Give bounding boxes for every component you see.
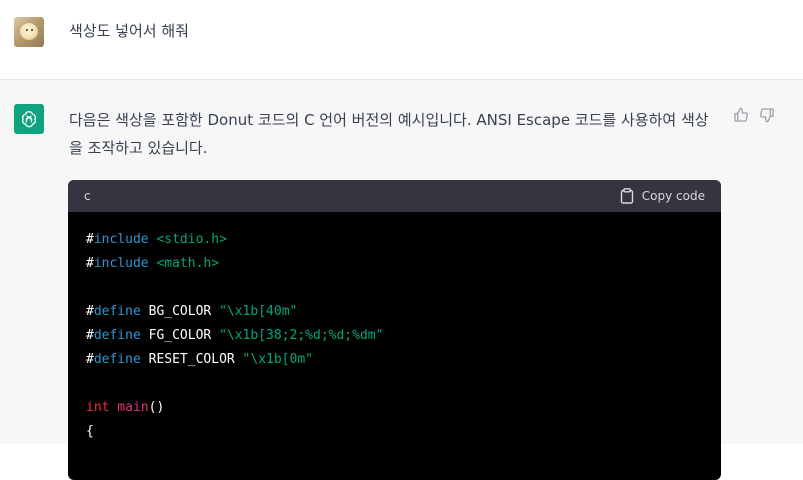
code-line: #include <stdio.h> [86, 228, 703, 252]
code-token: # [86, 232, 94, 247]
code-token: include [93, 256, 149, 271]
code-line: #define FG_COLOR "\x1b[38;2;%d;%d;%dm" [86, 324, 703, 348]
assistant-message-row: 다음은 색상을 포함한 Donut 코드의 C 언어 버전의 예시입니다. AN… [0, 80, 803, 480]
code-token: "\x1b[38;2;%d;%d;%dm" [219, 328, 384, 343]
user-message-row: 색상도 넣어서 해줘 [0, 0, 803, 80]
thumbs-up-icon[interactable] [732, 106, 749, 123]
code-token: "\x1b[40m" [219, 304, 298, 319]
code-token: define [93, 352, 141, 367]
code-token: # [86, 256, 94, 271]
code-token: define [93, 328, 141, 343]
code-token: { [86, 424, 94, 439]
copy-code-label: Copy code [641, 189, 705, 203]
user-avatar [14, 17, 44, 47]
code-line: #define RESET_COLOR "\x1b[0m" [86, 348, 703, 372]
code-token: include [93, 232, 149, 247]
avatar-eye-right [31, 29, 33, 31]
code-token: BG_COLOR [140, 304, 220, 319]
code-token: <math.h> [148, 256, 220, 271]
code-line: { [86, 420, 703, 444]
code-token: # [86, 304, 94, 319]
code-token: RESET_COLOR [140, 352, 243, 367]
code-token: # [86, 352, 94, 367]
chatgpt-logo-icon [14, 104, 44, 134]
code-token: # [86, 328, 94, 343]
clipboard-icon [620, 188, 633, 204]
user-message-text: 색상도 넣어서 해줘 [69, 22, 189, 40]
code-block-header: c Copy code [68, 180, 721, 212]
code-token: () [148, 400, 165, 415]
code-line: #include <math.h> [86, 252, 703, 276]
code-token: define [93, 304, 141, 319]
copy-code-button[interactable]: Copy code [620, 188, 705, 204]
feedback-buttons [732, 106, 775, 123]
code-token: "\x1b[0m" [242, 352, 313, 367]
assistant-message-text: 다음은 색상을 포함한 Donut 코드의 C 언어 버전의 예시입니다. AN… [69, 111, 709, 157]
code-line: int main() [86, 396, 703, 420]
code-token: main [109, 400, 149, 415]
code-token: FG_COLOR [140, 328, 220, 343]
code-token: int [86, 400, 110, 415]
thumbs-down-icon[interactable] [758, 106, 775, 123]
code-block: c Copy code #include <stdio.h> #include <… [68, 180, 721, 480]
code-token: <stdio.h> [148, 232, 227, 247]
avatar-chick-image [20, 23, 38, 40]
code-language-label: c [84, 189, 91, 203]
code-body: #include <stdio.h> #include <math.h> #def… [68, 212, 721, 460]
code-line: #define BG_COLOR "\x1b[40m" [86, 300, 703, 324]
avatar-eye-left [26, 29, 28, 31]
